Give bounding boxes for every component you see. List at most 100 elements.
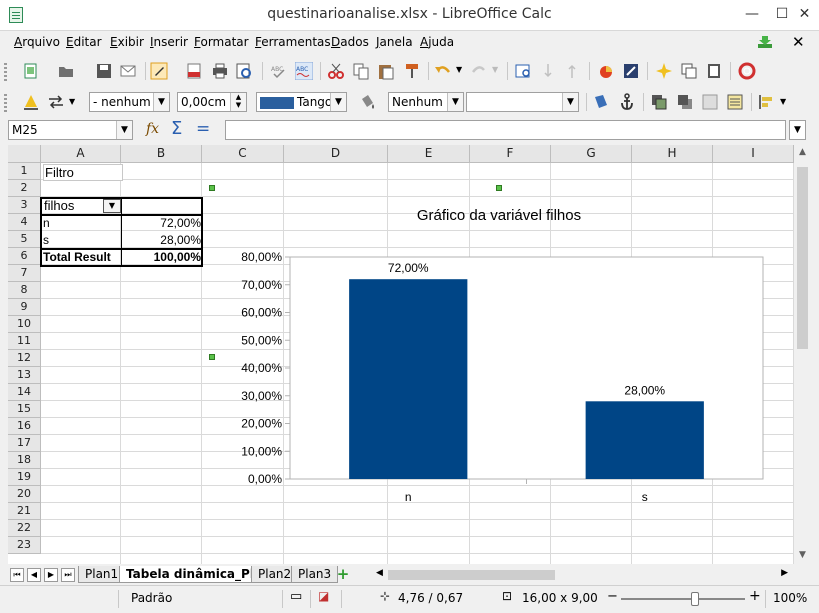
spin-arrows-icon[interactable]: ▲ ▼	[230, 93, 246, 111]
menu-inserir[interactable]: Inserir	[150, 35, 188, 49]
insert-chart-icon[interactable]	[597, 62, 615, 80]
menu-janela[interactable]: Janela	[376, 35, 413, 49]
menu-dados[interactable]: Dados	[331, 35, 369, 49]
add-sheet-icon[interactable]: +	[333, 566, 353, 583]
chevron-down-icon[interactable]: ▼	[153, 93, 169, 111]
save-icon[interactable]	[95, 62, 113, 80]
next-sheet-icon[interactable]: ▶	[44, 568, 58, 582]
send-to-back-icon[interactable]	[676, 93, 694, 111]
open-folder-icon[interactable]	[57, 62, 75, 80]
arrow-style-select[interactable]: - nenhum - ▼	[89, 92, 170, 112]
row-header[interactable]: 15	[8, 401, 41, 418]
edit-mode-icon[interactable]	[150, 62, 168, 80]
to-background-icon[interactable]	[701, 93, 719, 111]
row-header[interactable]: 21	[8, 503, 41, 520]
row-header[interactable]: 16	[8, 418, 41, 435]
zoom-slider-track[interactable]	[621, 598, 745, 600]
cut-icon[interactable]	[327, 62, 345, 80]
function-wizard-icon[interactable]: fx	[146, 121, 159, 137]
scroll-down-icon[interactable]: ▼	[794, 550, 811, 566]
arrow-style-icon[interactable]	[47, 93, 65, 111]
toolbar-grip[interactable]	[4, 92, 7, 112]
zoom-out-icon[interactable]: −	[607, 589, 618, 604]
export-pdf-icon[interactable]	[185, 62, 203, 80]
area-style-select[interactable]: Nenhum ▼	[388, 92, 464, 112]
clone-formatting-icon[interactable]	[403, 62, 421, 80]
column-header[interactable]: A	[41, 145, 121, 163]
close-document-button[interactable]: ✕	[792, 33, 805, 51]
menu-arquivo[interactable]: Arquivo	[14, 35, 60, 49]
formula-icon[interactable]: =	[196, 119, 210, 139]
scroll-left-icon[interactable]: ◀	[376, 568, 383, 578]
last-sheet-icon[interactable]: ⏭	[61, 568, 75, 582]
row-header[interactable]: 17	[8, 435, 41, 452]
rotate-icon[interactable]	[592, 93, 610, 111]
row-header[interactable]: 3	[8, 197, 41, 214]
zoom-in-icon[interactable]: +	[749, 588, 761, 604]
menu-ajuda[interactable]: Ajuda	[420, 35, 454, 49]
row-header[interactable]: 8	[8, 282, 41, 299]
row-header[interactable]: 5	[8, 231, 41, 248]
print-icon[interactable]	[211, 62, 229, 80]
zoom-slider-knob[interactable]	[691, 592, 699, 606]
arrow-style-dropdown-icon[interactable]: ▼	[69, 97, 75, 106]
column-header[interactable]: D	[284, 145, 388, 163]
undo-dropdown-icon[interactable]: ▼	[456, 65, 462, 74]
pivot-table-icon[interactable]	[622, 62, 640, 80]
bar-chart[interactable]: Gráfico da variável filhos 0,00% 10,00% 20…	[210, 187, 785, 517]
row-header[interactable]: 14	[8, 384, 41, 401]
area-fill-icon[interactable]	[358, 93, 376, 111]
toolbar-grip[interactable]	[4, 61, 7, 81]
column-header[interactable]: C	[202, 145, 284, 163]
copy-icon[interactable]	[352, 62, 370, 80]
row-header[interactable]: 4	[8, 214, 41, 231]
autospellcheck-icon[interactable]: ABC	[295, 62, 313, 80]
line-style-icon[interactable]	[22, 93, 40, 111]
scroll-right-icon[interactable]: ▶	[781, 568, 788, 578]
pivot-field-filter-button[interactable]: ▼	[103, 199, 121, 213]
first-sheet-icon[interactable]: ⏮	[10, 568, 24, 582]
minimize-button[interactable]: —	[735, 0, 769, 29]
page-style[interactable]: Padrão	[131, 591, 172, 605]
to-foreground-icon[interactable]	[726, 93, 744, 111]
line-width-spinner[interactable]: 0,00cm ▲ ▼	[177, 92, 247, 112]
insert-image-icon[interactable]	[680, 62, 698, 80]
bring-to-front-icon[interactable]	[650, 93, 668, 111]
line-color-select[interactable]: Tango ▼	[256, 92, 347, 112]
menu-editar[interactable]: Editar	[66, 35, 102, 49]
alignment-dropdown-icon[interactable]: ▼	[780, 97, 786, 106]
special-character-icon[interactable]	[655, 62, 673, 80]
column-header[interactable]: H	[632, 145, 713, 163]
row-header[interactable]: 7	[8, 265, 41, 282]
previous-sheet-icon[interactable]: ◀	[27, 568, 41, 582]
menu-formatar[interactable]: Formatar	[194, 35, 249, 49]
paste-icon[interactable]	[377, 62, 395, 80]
print-preview-icon[interactable]	[235, 62, 253, 80]
column-header[interactable]: B	[121, 145, 202, 163]
select-all-corner[interactable]	[8, 145, 41, 163]
spellcheck-icon[interactable]: ABC	[270, 62, 288, 80]
column-header[interactable]: E	[388, 145, 470, 163]
menu-ferramentas[interactable]: Ferramentas	[255, 35, 331, 49]
chevron-down-icon[interactable]: ▼	[447, 93, 463, 111]
email-icon[interactable]	[119, 62, 137, 80]
navigator-icon[interactable]	[514, 62, 532, 80]
row-header[interactable]: 18	[8, 452, 41, 469]
row-header[interactable]: 13	[8, 367, 41, 384]
row-header[interactable]: 12	[8, 350, 41, 367]
formula-input[interactable]	[225, 120, 786, 140]
row-header[interactable]: 2	[8, 180, 41, 197]
row-header[interactable]: 1	[8, 163, 41, 180]
anchor-icon[interactable]	[618, 93, 636, 111]
row-header[interactable]: 10	[8, 316, 41, 333]
update-download-icon[interactable]	[757, 35, 773, 49]
row-header[interactable]: 23	[8, 537, 41, 554]
name-box[interactable]: M25 ▼	[8, 120, 133, 140]
alignment-icon[interactable]	[757, 93, 775, 111]
close-window-button[interactable]: ✕	[790, 0, 819, 29]
column-header[interactable]: G	[551, 145, 632, 163]
area-value-select[interactable]: ▼	[466, 92, 579, 112]
expand-formula-icon[interactable]: ▼	[789, 120, 806, 140]
insert-mode-icon[interactable]: ▭	[290, 589, 302, 604]
chevron-down-icon[interactable]: ▼	[562, 93, 578, 111]
